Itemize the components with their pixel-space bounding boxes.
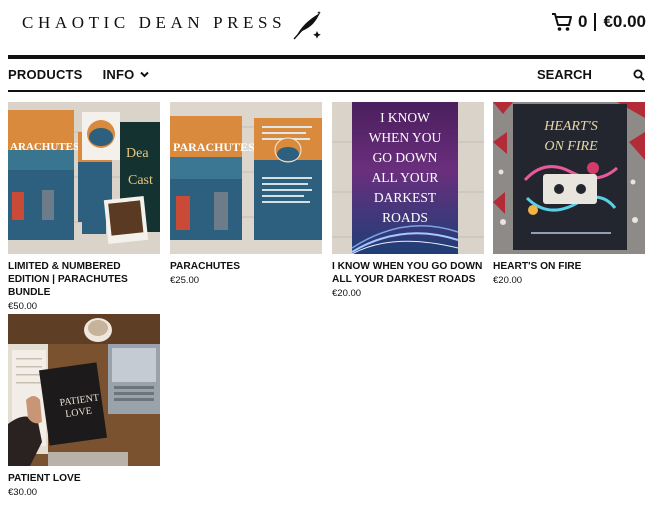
site-header: CHAOTIC DEAN PRESS 0 €0.00: [0, 0, 656, 52]
svg-text:ON FIRE: ON FIRE: [544, 139, 598, 154]
product-price: €20.00: [493, 275, 523, 286]
product-image[interactable]: PARACHUTES: [170, 102, 322, 254]
store-name[interactable]: CHAOTIC DEAN PRESS: [22, 13, 286, 33]
search-icon[interactable]: [633, 69, 645, 81]
nav-products-label: PRODUCTS: [8, 67, 83, 82]
product-card[interactable]: I KNOW WHEN YOU GO DOWN ALL YOUR DARKEST…: [332, 102, 484, 300]
product-price: €25.00: [170, 275, 200, 286]
product-image[interactable]: PATIENT LOVE: [8, 314, 160, 466]
svg-text:WHEN YOU: WHEN YOU: [369, 130, 442, 145]
product-image[interactable]: I KNOW WHEN YOU GO DOWN ALL YOUR DARKEST…: [332, 102, 484, 254]
cart-count: 0: [577, 12, 588, 31]
product-image[interactable]: HEART'S ON FIRE: [493, 102, 645, 254]
cart-divider: [594, 13, 597, 31]
search-box: [537, 67, 645, 82]
svg-text:HEART'S: HEART'S: [543, 119, 598, 134]
svg-text:Dea: Dea: [126, 146, 149, 161]
svg-text:ARACHUTES: ARACHUTES: [10, 141, 79, 153]
product-image[interactable]: ARACHUTES Dea Cast: [8, 102, 160, 254]
product-card[interactable]: HEART'S ON FIRE HEART'S ON FIRE €20.00: [493, 102, 645, 287]
svg-text:I KNOW: I KNOW: [380, 110, 430, 125]
feather-quill-icon[interactable]: [290, 9, 324, 41]
nav-info-label: INFO: [102, 67, 135, 82]
svg-text:PARACHUTES: PARACHUTES: [173, 140, 255, 154]
svg-text:ALL YOUR: ALL YOUR: [372, 170, 439, 185]
shopping-cart-icon: [551, 13, 572, 31]
svg-text:DARKEST: DARKEST: [374, 190, 437, 205]
product-card[interactable]: PATIENT LOVE PATIENT LOVE €30.00: [8, 314, 160, 499]
product-title[interactable]: LIMITED & NUMBERED EDITION | PARACHUTES …: [8, 260, 160, 299]
product-price: €30.00: [8, 487, 38, 498]
product-title[interactable]: I KNOW WHEN YOU GO DOWN ALL YOUR DARKEST…: [332, 260, 484, 286]
svg-text:Cast: Cast: [128, 173, 153, 188]
search-input[interactable]: [537, 67, 627, 82]
product-price: €50.00: [8, 301, 38, 312]
product-title[interactable]: PATIENT LOVE: [8, 472, 160, 485]
product-title[interactable]: PARACHUTES: [170, 260, 322, 273]
product-price: €20.00: [332, 288, 362, 299]
svg-text:GO DOWN: GO DOWN: [373, 150, 438, 165]
nav-products-link[interactable]: PRODUCTS: [8, 67, 83, 82]
main-nav: PRODUCTS INFO: [8, 59, 645, 90]
nav-info-dropdown[interactable]: INFO: [103, 67, 150, 82]
svg-text:ROADS: ROADS: [382, 210, 428, 225]
cart-button[interactable]: 0 €0.00: [551, 12, 646, 32]
cart-total: €0.00: [603, 12, 646, 31]
product-title[interactable]: HEART'S ON FIRE: [493, 260, 645, 273]
nav-divider: [8, 90, 645, 92]
product-card[interactable]: PARACHUTES PARACHUTES €25.00: [170, 102, 322, 287]
product-card[interactable]: ARACHUTES Dea Cast LIMITED & NUMBERED ED…: [8, 102, 160, 313]
chevron-down-icon: [140, 71, 150, 78]
